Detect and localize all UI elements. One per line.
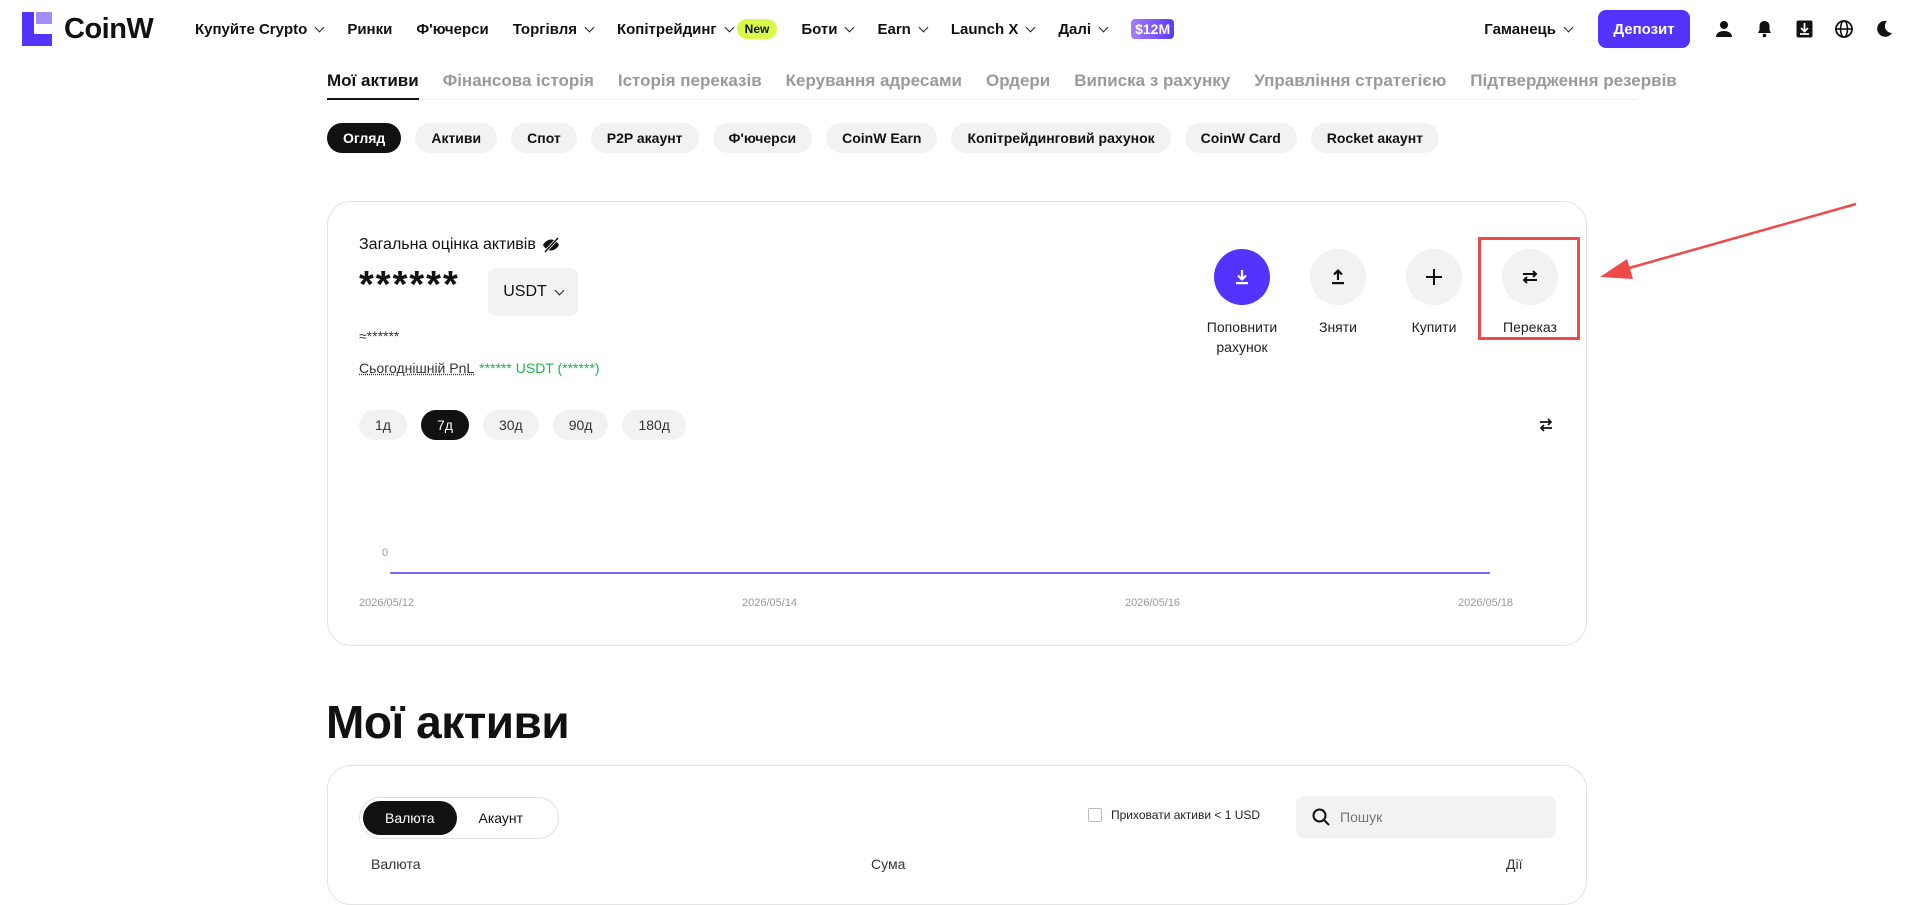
annotation-arrow bbox=[0, 0, 1914, 868]
column-currency: Валюта bbox=[371, 856, 421, 872]
view-account-toggle[interactable]: Акаунт bbox=[457, 801, 546, 835]
my-assets-heading: Мої активи bbox=[326, 695, 569, 749]
search-icon bbox=[1312, 808, 1330, 826]
hide-small-checkbox[interactable] bbox=[1088, 808, 1102, 822]
asset-search[interactable] bbox=[1296, 796, 1556, 838]
hide-small-label: Приховати активи < 1 USD bbox=[1111, 808, 1260, 822]
column-actions: Дії bbox=[1506, 856, 1522, 872]
search-input[interactable] bbox=[1340, 809, 1540, 825]
column-amount: Сума bbox=[871, 856, 905, 872]
hide-small-assets[interactable]: Приховати активи < 1 USD bbox=[1088, 808, 1260, 822]
view-toggle: Валюта Акаунт bbox=[359, 797, 559, 839]
assets-table-card: Валюта Акаунт Приховати активи < 1 USD В… bbox=[327, 765, 1587, 905]
view-currency-toggle[interactable]: Валюта bbox=[363, 801, 457, 835]
